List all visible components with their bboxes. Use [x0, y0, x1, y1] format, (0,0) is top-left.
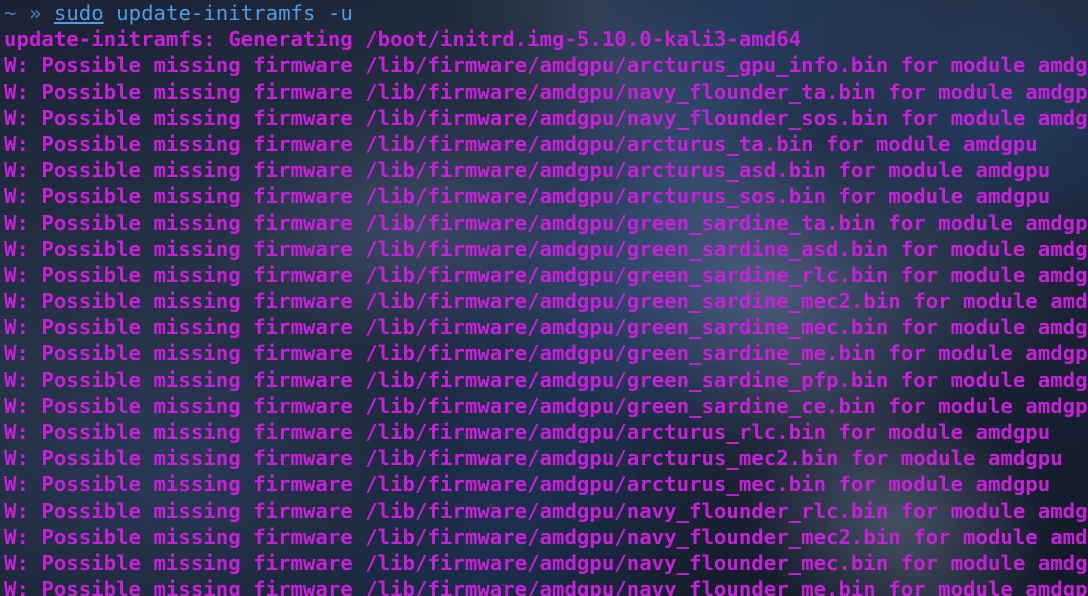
- terminal-window[interactable]: ~ » sudo update-initramfs -u update-init…: [0, 0, 1088, 596]
- output-line: W: Possible missing firmware /lib/firmwa…: [4, 420, 1051, 444]
- output-line: W: Possible missing firmware /lib/firmwa…: [4, 341, 1088, 366]
- prompt-line: ~ » sudo update-initramfs -u: [0, 0, 1088, 26]
- output-line: W: Possible missing firmware /lib/firmwa…: [4, 577, 1088, 596]
- output-line: W: Possible missing firmware /lib/firmwa…: [4, 472, 1051, 497]
- output-line: W: Possible missing firmware /lib/firmwa…: [4, 367, 1088, 392]
- output-line: W: Possible missing firmware /lib/firmwa…: [4, 53, 1088, 78]
- output-line: W: Possible missing firmware /lib/firmwa…: [4, 184, 1051, 209]
- output-line: W: Possible missing firmware /lib/firmwa…: [4, 105, 1088, 130]
- home-directory-indicator: ~: [4, 1, 17, 25]
- command-text: update-initramfs -u: [116, 1, 353, 25]
- output-line: W: Possible missing firmware /lib/firmwa…: [4, 524, 1088, 549]
- output-line: W: Possible missing firmware /lib/firmwa…: [4, 131, 1038, 156]
- output-line: update-initramfs: Generating /boot/initr…: [4, 27, 802, 52]
- sudo-command: sudo: [53, 1, 104, 25]
- output-line: W: Possible missing firmware /lib/firmwa…: [4, 236, 1088, 261]
- output-line: W: Possible missing firmware /lib/firmwa…: [4, 289, 1088, 314]
- output-line: W: Possible missing firmware /lib/firmwa…: [4, 446, 1063, 471]
- output-line: W: Possible missing firmware /lib/firmwa…: [4, 498, 1088, 523]
- output-line: W: Possible missing firmware /lib/firmwa…: [4, 550, 1088, 575]
- output-line: W: Possible missing firmware /lib/firmwa…: [4, 79, 1088, 104]
- output-line: W: Possible missing firmware /lib/firmwa…: [4, 210, 1088, 235]
- prompt-arrow-icon: »: [28, 1, 42, 25]
- output-line: W: Possible missing firmware /lib/firmwa…: [4, 158, 1051, 183]
- output-line: W: Possible missing firmware /lib/firmwa…: [4, 315, 1088, 340]
- output-line: W: Possible missing firmware /lib/firmwa…: [4, 393, 1088, 418]
- output-line: W: Possible missing firmware /lib/firmwa…: [4, 262, 1088, 287]
